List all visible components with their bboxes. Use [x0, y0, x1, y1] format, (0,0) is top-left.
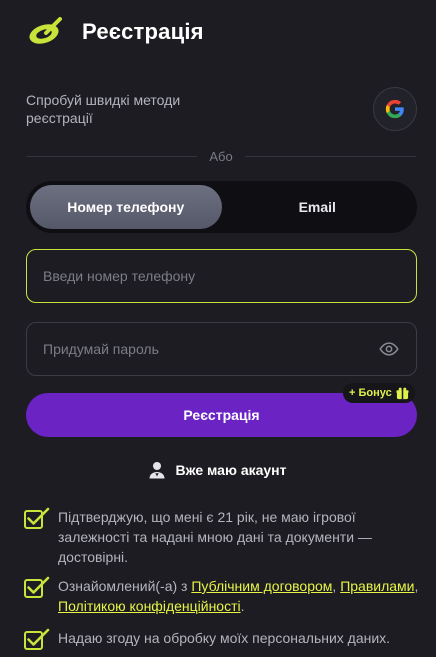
rules-link[interactable]: Правилами [340, 578, 414, 594]
public-contract-link[interactable]: Публічним договором [191, 578, 332, 594]
divider-line [26, 155, 198, 157]
page-title: Реєстрація [82, 19, 204, 44]
consent-terms-suffix: . [240, 598, 245, 614]
header: Реєстрація [26, 14, 204, 50]
quick-methods-label: Спробуй швидкі методи реєстрації [26, 92, 181, 126]
or-divider: Або [26, 148, 417, 164]
tab-email[interactable]: Email [222, 185, 414, 229]
method-tabs: Номер телефону Email [26, 181, 417, 233]
consent-terms-sep: , [414, 578, 419, 594]
checkbox-terms[interactable] [24, 576, 50, 598]
consent-personal-text: Надаю згоду на обробку моїх персональних… [58, 630, 391, 646]
logo-icon [29, 17, 62, 44]
password-field [26, 322, 417, 376]
phone-input[interactable] [43, 268, 400, 284]
tab-phone[interactable]: Номер телефону [30, 185, 222, 229]
google-signin-button[interactable] [373, 87, 417, 131]
consent-age-row: Підтверджую, що мені є 21 рік, не маю іг… [24, 507, 419, 567]
user-icon [149, 462, 165, 479]
bonus-label: + Бонус [349, 387, 392, 399]
divider-label: Або [209, 148, 233, 164]
consent-personal-row: Надаю згоду на обробку моїх персональних… [24, 628, 419, 650]
phone-field [26, 249, 417, 303]
eye-icon[interactable] [378, 338, 400, 360]
privacy-policy-link[interactable]: Політикою конфіденційності [58, 598, 241, 614]
checkbox-age[interactable] [24, 507, 50, 529]
gift-icon [396, 387, 409, 399]
consent-terms-text: Ознайомлений(-а) з Публічним договором, … [58, 576, 419, 616]
divider-line [244, 155, 417, 157]
have-account-link[interactable]: Вже маю акаунт [0, 459, 436, 481]
consent-age-text: Підтверджую, що мені є 21 рік, не маю іг… [58, 509, 372, 565]
consent-terms-prefix: Ознайомлений(-а) з [58, 578, 192, 594]
consent-terms-row: Ознайомлений(-а) з Публічним договором, … [24, 576, 419, 616]
registration-page: Реєстрація Спробуй швидкі методи реєстра… [0, 0, 436, 657]
google-icon [385, 99, 404, 119]
bonus-badge: + Бонус [343, 383, 415, 403]
have-account-label: Вже маю акаунт [175, 462, 287, 478]
checkbox-personal[interactable] [24, 628, 50, 650]
password-input[interactable] [43, 341, 378, 357]
